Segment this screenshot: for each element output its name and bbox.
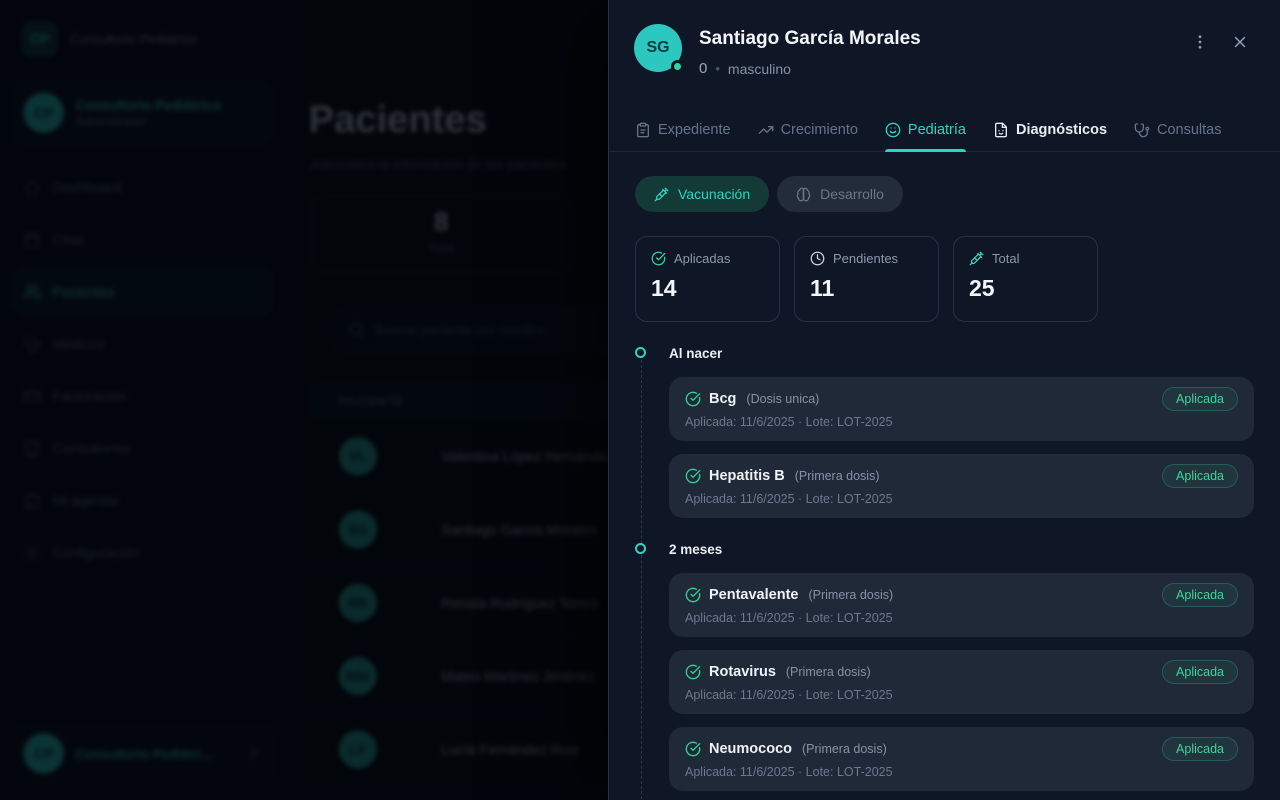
vaccine-card: Hepatitis B (Primera dosis) Aplicada Apl… [669, 454, 1254, 518]
stat-card: Total 25 [953, 236, 1098, 322]
clock-icon [810, 251, 825, 266]
vaccine-cards: Bcg (Dosis unica) Aplicada Aplicada: 11/… [669, 377, 1254, 518]
vaccine-dose: (Primera dosis) [786, 665, 871, 679]
vaccine-detail: Aplicada: 11/6/2025 · Lote: LOT-2025 [685, 765, 1238, 779]
vaccine-dose: (Dosis unica) [746, 392, 819, 406]
stat-card: Pendientes 11 [794, 236, 939, 322]
section-toggle[interactable]: Desarrollo [777, 176, 903, 212]
tab-label: Crecimiento [781, 122, 858, 138]
toggle-label: Desarrollo [820, 186, 884, 202]
stat-label: Pendientes [833, 251, 898, 266]
stat-card: Aplicadas 14 [635, 236, 780, 322]
file-icon [993, 122, 1009, 138]
timeline-group: Al nacer Bcg (Dosis unica) Aplicada [635, 346, 1254, 518]
patient-avatar: SG [634, 24, 682, 72]
online-status-dot [671, 60, 684, 73]
timeline-group-label: Al nacer [669, 346, 1254, 364]
timeline-group: 2 meses Pentavalente (Primera dosis) Apl… [635, 542, 1254, 800]
drawer-tab[interactable]: Diagnósticos [993, 108, 1107, 151]
vaccine-name: Rotavirus [709, 664, 776, 680]
tab-label: Pediatría [908, 122, 966, 138]
drawer-tab[interactable]: Pediatría [885, 108, 966, 151]
check-circle-icon [651, 251, 666, 266]
clipboard-icon [635, 122, 651, 138]
vaccine-card: Bcg (Dosis unica) Aplicada Aplicada: 11/… [669, 377, 1254, 441]
drawer-tab[interactable]: Consultas [1134, 108, 1221, 151]
more-options-button[interactable] [1188, 30, 1212, 54]
section-toggles: Vacunación Desarrollo [635, 176, 1254, 212]
status-badge: Aplicada [1162, 583, 1238, 607]
timeline-marker [635, 543, 646, 554]
vaccine-card: Neumococo (Primera dosis) Aplicada Aplic… [669, 727, 1254, 791]
status-badge: Aplicada [1162, 737, 1238, 761]
drawer-actions [1188, 30, 1252, 54]
close-button[interactable] [1228, 30, 1252, 54]
stat-label: Total [992, 251, 1019, 266]
timeline-groups: Al nacer Bcg (Dosis unica) Aplicada [635, 346, 1254, 800]
tab-label: Diagnósticos [1016, 122, 1107, 138]
vaccine-detail: Aplicada: 11/6/2025 · Lote: LOT-2025 [685, 492, 1238, 506]
status-badge: Aplicada [1162, 387, 1238, 411]
vaccination-stats: Aplicadas 14 Pendientes 11 Total [635, 236, 1254, 322]
vaccination-timeline: Al nacer Bcg (Dosis unica) Aplicada [635, 346, 1254, 800]
drawer-content: Vacunación Desarrollo Aplicadas 14 [609, 152, 1280, 800]
drawer-tab[interactable]: Crecimiento [758, 108, 858, 151]
tab-label: Expediente [658, 122, 731, 138]
brain-icon [796, 187, 811, 202]
check-circle-icon [685, 468, 701, 484]
stat-value: 25 [969, 275, 1082, 302]
vaccine-dose: (Primera dosis) [795, 469, 880, 483]
syringe-icon [969, 251, 984, 266]
timeline-group-label: 2 meses [669, 542, 1254, 560]
vaccine-name: Pentavalente [709, 587, 798, 603]
vaccine-detail: Aplicada: 11/6/2025 · Lote: LOT-2025 [685, 611, 1238, 625]
drawer-header: SG Santiago García Morales 0 • masculino [609, 0, 1280, 108]
vaccine-name: Neumococo [709, 741, 792, 757]
check-circle-icon [685, 391, 701, 407]
drawer-tabs: Expediente Crecimiento Pediatría Diagnós… [609, 108, 1280, 152]
patient-gender: masculino [728, 61, 791, 77]
vaccine-card: Pentavalente (Primera dosis) Aplicada Ap… [669, 573, 1254, 637]
status-badge: Aplicada [1162, 464, 1238, 488]
section-toggle[interactable]: Vacunación [635, 176, 769, 212]
avatar-initials: SG [646, 39, 669, 57]
stat-value: 11 [810, 275, 923, 302]
toggle-label: Vacunación [678, 186, 750, 202]
app-root: CP Consultorio Pediátrico CP Consultorio… [0, 0, 1280, 800]
vaccine-name: Hepatitis B [709, 468, 785, 484]
timeline-marker [635, 347, 646, 358]
patient-drawer: SG Santiago García Morales 0 • masculino… [608, 0, 1280, 800]
patient-age: 0 [699, 60, 707, 77]
vaccine-name: Bcg [709, 391, 736, 407]
trend-icon [758, 122, 774, 138]
stat-label: Aplicadas [674, 251, 730, 266]
check-circle-icon [685, 664, 701, 680]
syringe-icon [654, 187, 669, 202]
check-circle-icon [685, 741, 701, 757]
separator-dot: • [715, 61, 720, 76]
close-icon [1231, 33, 1249, 51]
vaccine-detail: Aplicada: 11/6/2025 · Lote: LOT-2025 [685, 415, 1238, 429]
smile-icon [885, 122, 901, 138]
patient-name: Santiago García Morales [699, 28, 921, 50]
stat-value: 14 [651, 275, 764, 302]
status-badge: Aplicada [1162, 660, 1238, 684]
vaccine-cards: Pentavalente (Primera dosis) Aplicada Ap… [669, 573, 1254, 800]
more-vertical-icon [1191, 33, 1209, 51]
vaccine-dose: (Primera dosis) [802, 742, 887, 756]
check-circle-icon [685, 587, 701, 603]
vaccine-dose: (Primera dosis) [808, 588, 893, 602]
vaccine-card: Rotavirus (Primera dosis) Aplicada Aplic… [669, 650, 1254, 714]
drawer-tab[interactable]: Expediente [635, 108, 731, 151]
vaccine-detail: Aplicada: 11/6/2025 · Lote: LOT-2025 [685, 688, 1238, 702]
tab-label: Consultas [1157, 122, 1221, 138]
stethoscope-icon [1134, 122, 1150, 138]
patient-subline: 0 • masculino [699, 60, 791, 77]
